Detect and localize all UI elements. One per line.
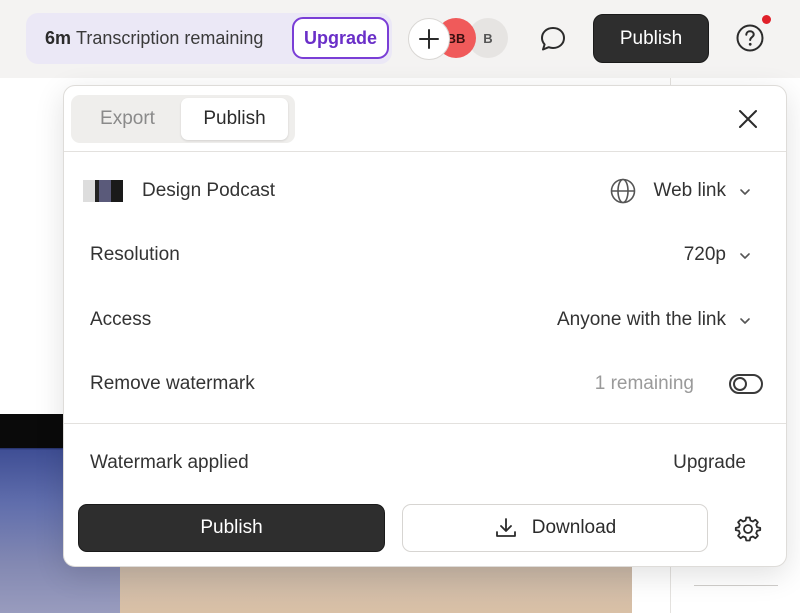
project-name: Design Podcast: [142, 180, 276, 201]
add-collaborator-button[interactable]: [408, 18, 450, 60]
tab-publish[interactable]: Publish: [181, 98, 288, 140]
plus-icon: [419, 29, 439, 49]
resolution-label: Resolution: [90, 244, 180, 265]
section-divider: [64, 423, 786, 424]
transcription-minutes: 6m: [45, 28, 72, 48]
project-row: Design Podcast Web link: [64, 171, 786, 211]
download-button[interactable]: Download: [402, 504, 708, 552]
chevron-down-icon[interactable]: [738, 249, 752, 263]
remove-watermark-row: Remove watermark 1 remaining: [64, 364, 786, 404]
help-button[interactable]: [734, 22, 766, 54]
transcription-banner: 6m Transcription remaining Upgrade: [26, 13, 392, 64]
resolution-select[interactable]: 720p: [684, 244, 726, 266]
publish-confirm-button[interactable]: Publish: [78, 504, 385, 552]
globe-icon: [610, 178, 636, 204]
publish-dialog: Export Publish Design Podcast Web link R…: [63, 85, 787, 567]
remove-watermark-label: Remove watermark: [90, 373, 255, 394]
remaining-count: 1 remaining: [594, 373, 694, 394]
close-button[interactable]: [735, 106, 761, 132]
right-panel-divider: [694, 585, 778, 586]
upgrade-button[interactable]: Upgrade: [292, 17, 389, 59]
dialog-tabs: Export Publish: [71, 95, 295, 143]
access-label: Access: [90, 309, 152, 330]
access-row: Access Anyone with the link: [64, 300, 786, 340]
watermark-applied-label: Watermark applied: [90, 452, 249, 473]
chevron-down-icon[interactable]: [738, 314, 752, 328]
download-label: Download: [531, 517, 617, 538]
settings-button[interactable]: [732, 513, 764, 545]
project-thumbnail: [83, 180, 123, 202]
chevron-down-icon[interactable]: [738, 185, 752, 199]
help-icon: [736, 24, 764, 52]
tab-export[interactable]: Export: [74, 98, 181, 140]
destination-select[interactable]: Web link: [653, 180, 726, 202]
publish-button[interactable]: Publish: [593, 14, 709, 63]
top-bar: 6m Transcription remaining Upgrade BB B …: [0, 0, 800, 78]
close-icon: [739, 110, 757, 128]
access-select[interactable]: Anyone with the link: [557, 309, 726, 331]
transcription-text: Transcription remaining: [76, 28, 264, 48]
gear-icon: [734, 516, 762, 542]
comment-icon: [541, 27, 565, 51]
comments-button[interactable]: [534, 20, 572, 58]
notification-dot: [762, 15, 771, 24]
resolution-row: Resolution 720p: [64, 235, 786, 275]
remove-watermark-toggle[interactable]: [729, 374, 763, 394]
download-icon: [495, 518, 516, 537]
toggle-knob: [733, 377, 747, 391]
watermark-applied-row: Watermark applied Upgrade: [64, 443, 786, 483]
upgrade-link[interactable]: Upgrade: [673, 452, 746, 474]
header-divider: [64, 151, 786, 152]
